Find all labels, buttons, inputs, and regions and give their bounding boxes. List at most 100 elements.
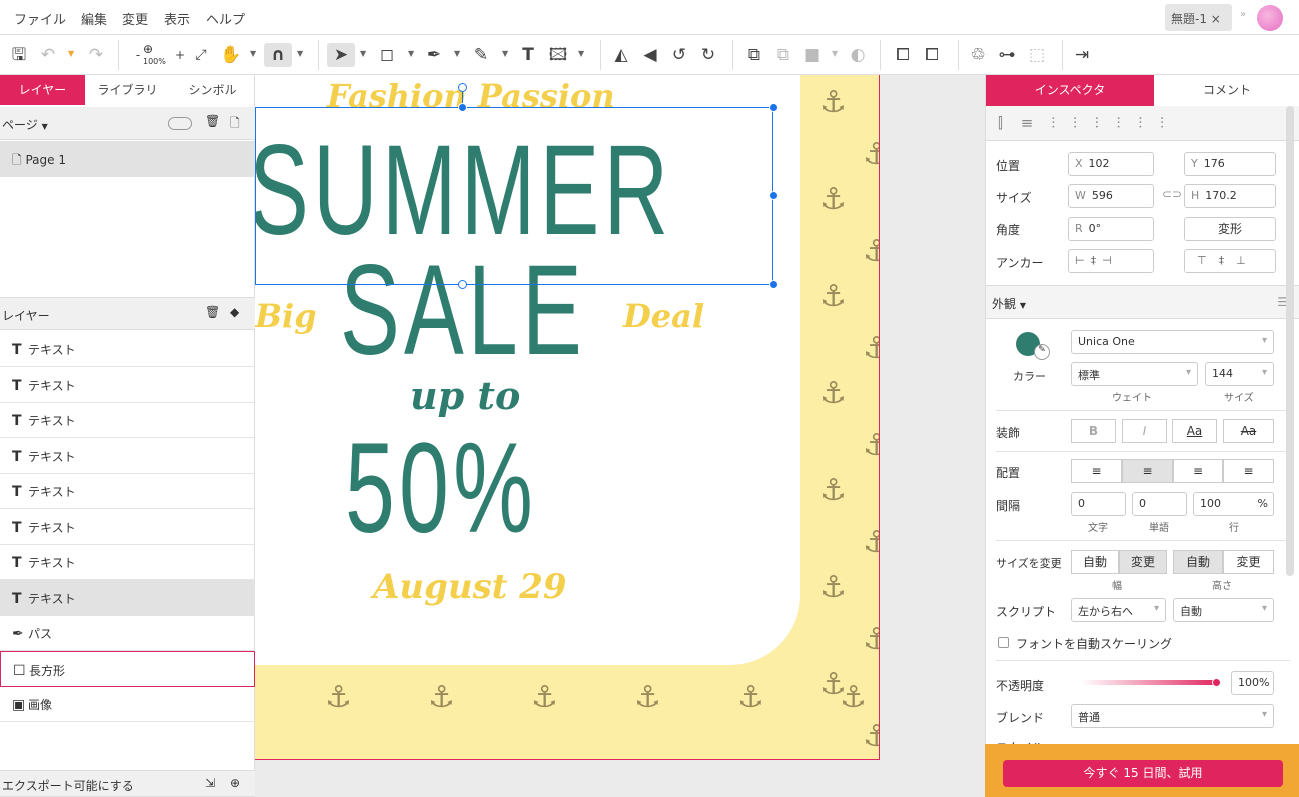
align-justify-button[interactable]: ≡: [1223, 459, 1274, 483]
up-to-text[interactable]: up to: [410, 373, 520, 418]
export-icon[interactable]: ⇲: [205, 776, 215, 790]
eyedropper-icon[interactable]: ✎: [1034, 344, 1050, 360]
chevron-down-icon[interactable]: ▼: [42, 122, 48, 131]
zoom-level[interactable]: 100%: [143, 57, 166, 66]
scrollbar[interactable]: [1286, 106, 1294, 576]
rotate-right-icon[interactable]: ↻: [698, 43, 718, 67]
script-select[interactable]: 自動: [1173, 598, 1274, 622]
layers-add-icon[interactable]: ◆: [230, 305, 239, 319]
align-toolbar[interactable]: ⫿≡⫶⫶⫶⫶⫶⫶: [986, 106, 1299, 141]
tab-library[interactable]: ライブラリ: [85, 75, 170, 105]
snap-magnet-icon[interactable]: ∩: [264, 43, 292, 67]
recycle-icon[interactable]: ♲: [968, 43, 988, 67]
x-field[interactable]: X 102: [1068, 152, 1154, 176]
flip-horizontal-icon[interactable]: ◭: [611, 43, 631, 67]
rotation-field[interactable]: R 0°: [1068, 217, 1154, 241]
pencil-tool-icon[interactable]: ✎: [471, 43, 491, 67]
export-label[interactable]: エクスポート可能にする: [2, 779, 134, 793]
hand-dropdown-icon[interactable]: ▼: [250, 49, 256, 58]
trial-button[interactable]: 今すぐ 15 日間、試用: [1003, 760, 1283, 787]
layer-item[interactable]: T テキスト: [0, 331, 255, 367]
layer-item[interactable]: T テキスト: [0, 438, 255, 474]
trash-icon[interactable]: 🗑: [205, 114, 220, 128]
height-auto-button[interactable]: 自動: [1173, 550, 1223, 574]
chevron-down-icon[interactable]: »: [1240, 9, 1246, 20]
tab-layers[interactable]: レイヤー: [0, 75, 85, 105]
layer-item[interactable]: T テキスト: [0, 509, 255, 545]
artboard-icon[interactable]: ⬚: [1027, 43, 1047, 67]
group-icon[interactable]: ⧉: [744, 43, 764, 67]
boolean-dropdown-icon[interactable]: ▼: [832, 49, 838, 58]
resize-handle-top-right[interactable]: [769, 103, 778, 112]
flip-vertical-icon[interactable]: ◀: [640, 43, 660, 67]
layer-item[interactable]: T テキスト: [0, 579, 255, 616]
menu-modify[interactable]: 変更: [122, 9, 148, 28]
toggle-switch[interactable]: [168, 117, 192, 130]
deal-text[interactable]: Deal: [623, 297, 704, 335]
fit-screen-icon[interactable]: ⤢: [191, 43, 211, 67]
close-tab-icon[interactable]: ×: [1211, 12, 1221, 26]
layer-item[interactable]: ✒ パス: [0, 615, 255, 651]
align-right-button[interactable]: ≡: [1173, 459, 1223, 483]
zoom-icon[interactable]: ⊕: [143, 42, 153, 56]
boolean-icon[interactable]: ■: [802, 43, 822, 67]
horizontal-anchor-buttons[interactable]: ⊢‡⊣: [1068, 249, 1154, 273]
page-item[interactable]: 🗋 Page 1: [0, 141, 255, 177]
link-ratio-icon[interactable]: ⊂⊃: [1162, 187, 1182, 201]
text-tool-icon[interactable]: T: [518, 43, 538, 67]
add-icon[interactable]: ⊕: [230, 776, 240, 790]
bring-forward-icon[interactable]: ⧠: [893, 43, 913, 67]
date-text[interactable]: August 29: [373, 567, 567, 607]
undo-icon[interactable]: ↶: [38, 43, 58, 67]
word-spacing-field[interactable]: 0: [1132, 492, 1187, 516]
italic-button[interactable]: I: [1122, 419, 1167, 443]
mask-icon[interactable]: ◐: [848, 43, 868, 67]
shape-tool-icon[interactable]: ◻: [377, 43, 397, 67]
width-auto-button[interactable]: 自動: [1071, 550, 1119, 574]
layer-item[interactable]: T テキスト: [0, 473, 255, 509]
pen-tool-icon[interactable]: ✒: [424, 43, 444, 67]
send-backward-icon[interactable]: ⧠: [922, 43, 942, 67]
tab-symbols[interactable]: シンボル: [170, 75, 255, 105]
trash-icon[interactable]: 🗑: [205, 305, 220, 319]
underline-button[interactable]: Aa: [1172, 419, 1217, 443]
select-dropdown-icon[interactable]: ▼: [360, 49, 366, 58]
percent-text[interactable]: 50%: [345, 425, 537, 553]
avatar[interactable]: [1257, 5, 1283, 31]
align-left-button[interactable]: ≡: [1071, 459, 1122, 483]
canvas[interactable]: ⚓⚓⚓⚓⚓⚓⚓⚓⚓⚓⚓⚓⚓⚓⚓⚓⚓⚓⚓⚓⚓⚓⚓ Fashion Passion …: [255, 75, 985, 797]
selection-box[interactable]: [255, 83, 778, 289]
tab-comments[interactable]: コメント: [1154, 75, 1299, 106]
pen-dropdown-icon[interactable]: ▼: [454, 49, 460, 58]
redo-icon[interactable]: ↷: [86, 43, 106, 67]
menu-help[interactable]: ヘルプ: [206, 9, 245, 28]
direction-select[interactable]: 左から右へ: [1071, 598, 1166, 622]
opacity-slider-thumb[interactable]: [1212, 678, 1221, 687]
document-tab[interactable]: 無題-1 ×: [1165, 4, 1232, 31]
tab-inspector[interactable]: インスペクタ: [986, 75, 1154, 106]
zoom-in-button[interactable]: +: [170, 43, 190, 67]
resize-handle-top[interactable]: [458, 103, 467, 112]
blend-select[interactable]: 普通: [1071, 704, 1274, 728]
width-change-button[interactable]: 変更: [1119, 550, 1167, 574]
layer-item[interactable]: ☐ 長方形: [0, 650, 255, 687]
align-center-button[interactable]: ≡: [1122, 459, 1173, 483]
resize-handle-bottom[interactable]: [458, 280, 467, 289]
shape-dropdown-icon[interactable]: ▼: [408, 49, 414, 58]
image-dropdown-icon[interactable]: ▼: [578, 49, 584, 58]
big-text[interactable]: Big: [255, 297, 317, 335]
layer-item[interactable]: T テキスト: [0, 402, 255, 438]
font-weight-select[interactable]: 標準: [1071, 362, 1198, 386]
path-icon[interactable]: ⊶: [997, 43, 1017, 67]
layer-item[interactable]: ▣ 画像: [0, 686, 255, 722]
layer-item[interactable]: T テキスト: [0, 367, 255, 403]
line-spacing-field[interactable]: 100%: [1193, 492, 1274, 516]
export-icon[interactable]: ⇥: [1072, 43, 1092, 67]
menu-edit[interactable]: 編集: [81, 9, 107, 28]
resize-handle-bottom-right[interactable]: [769, 280, 778, 289]
resize-handle-right[interactable]: [769, 191, 778, 200]
height-field[interactable]: H 170.2: [1184, 184, 1276, 208]
autoscale-label[interactable]: フォントを自動スケーリング: [1016, 635, 1172, 652]
font-size-select[interactable]: 144: [1205, 362, 1274, 386]
transform-button[interactable]: 変形: [1184, 217, 1276, 241]
